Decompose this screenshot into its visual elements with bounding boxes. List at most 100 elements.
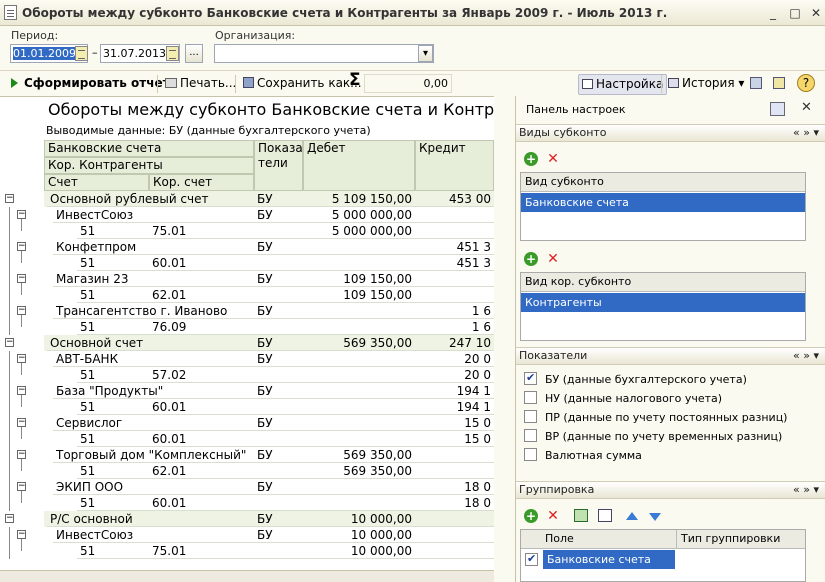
collapse-toggle-icon[interactable]: − (17, 418, 26, 427)
table-row[interactable]: 51 75.01 10 000,00 (44, 543, 494, 559)
tree-line (9, 415, 10, 431)
row-name: Магазин 23 (53, 271, 254, 287)
subconto-row[interactable]: Банковские счета (521, 193, 805, 212)
add-subconto-icon[interactable]: + (524, 152, 538, 166)
section-controls[interactable]: « » ▾ (793, 482, 819, 498)
table-row[interactable]: Сервислог БУ 15 0 (44, 415, 494, 431)
table-row[interactable]: 51 62.01 569 350,00 (44, 463, 494, 479)
section-controls[interactable]: « » ▾ (793, 125, 819, 141)
row-debit: 569 350,00 (303, 463, 415, 479)
collapse-toggle-icon[interactable]: − (5, 514, 14, 523)
section-grouping[interactable]: Группировка « » ▾ (516, 481, 825, 499)
report-group-row[interactable]: Основной рублевый счет БУ 5 109 150,00 453 … (44, 191, 494, 207)
collapse-toggle-icon[interactable]: − (17, 482, 26, 491)
indicator-checkbox[interactable] (524, 429, 537, 442)
row-indicator: БУ (254, 191, 303, 207)
horizontal-scrollbar[interactable] (0, 570, 494, 582)
grouping-row-checkbox[interactable] (525, 552, 538, 566)
indicator-checkbox[interactable] (524, 410, 537, 423)
indicator-checkbox[interactable] (524, 448, 537, 461)
delete-subconto-icon[interactable]: ✕ (546, 152, 560, 166)
table-row[interactable]: 51 60.01 15 0 (44, 431, 494, 447)
section-subconto-label: Виды субконто (519, 126, 607, 139)
delete-grouping-icon[interactable]: ✕ (546, 509, 560, 523)
delete-cor-subconto-icon[interactable]: ✕ (546, 252, 560, 266)
row-cor-account: 75.01 (149, 543, 254, 559)
maximize-button[interactable]: □ (787, 5, 803, 21)
export-icon[interactable] (747, 74, 765, 95)
printer-icon (165, 78, 177, 88)
collapse-toggle-icon[interactable]: − (17, 530, 26, 539)
table-row[interactable]: АВТ-БАНК БУ 20 0 (44, 351, 494, 367)
subconto-table: Вид субконто Банковские счета (520, 172, 806, 241)
collapse-toggle-icon[interactable]: − (17, 242, 26, 251)
uncheck-all-icon[interactable] (598, 509, 612, 522)
sum-icon[interactable]: Σ (346, 71, 364, 92)
table-row[interactable]: 51 60.01 451 3 (44, 255, 494, 271)
section-indicators[interactable]: Показатели « » ▾ (516, 347, 825, 365)
table-row[interactable]: Конфетпром БУ 451 3 (44, 239, 494, 255)
section-subconto-types[interactable]: Виды субконто « » ▾ (516, 124, 825, 142)
table-row[interactable]: ИнвестСоюз БУ 10 000,00 (44, 527, 494, 543)
print-button[interactable]: Печать... (162, 74, 239, 95)
settings-button[interactable]: Настройка (578, 74, 668, 95)
calendar-to-icon[interactable] (166, 46, 179, 61)
cor-subconto-row[interactable]: Контрагенты (521, 293, 805, 312)
move-up-icon[interactable] (626, 512, 638, 520)
collapse-toggle-icon[interactable]: − (5, 194, 14, 203)
generate-report-button[interactable]: Сформировать отчет (8, 74, 173, 95)
table-row[interactable]: 51 57.02 20 0 (44, 367, 494, 383)
help-icon[interactable]: ? (797, 74, 815, 92)
table-row[interactable]: 51 60.01 194 1 (44, 399, 494, 415)
table-row[interactable]: 51 60.01 18 0 (44, 495, 494, 511)
table-row[interactable]: База "Продукты" БУ 194 1 (44, 383, 494, 399)
table-row[interactable]: Магазин 23 БУ 109 150,00 (44, 271, 494, 287)
row-credit: 451 3 (415, 239, 494, 255)
row-account: 51 (77, 399, 149, 415)
organization-input[interactable] (214, 44, 434, 63)
move-down-icon[interactable] (649, 513, 661, 521)
report-group-row[interactable]: Основной счет БУ 569 350,00 247 10 (44, 335, 494, 351)
close-button[interactable]: ✕ (808, 5, 824, 21)
toolbar: Сформировать отчет Печать... Сохранить к… (0, 70, 825, 96)
add-grouping-icon[interactable]: + (524, 509, 538, 523)
collapse-toggle-icon[interactable]: − (17, 450, 26, 459)
minimize-button[interactable]: _ (765, 5, 781, 21)
table-row[interactable]: 51 76.09 1 6 (44, 319, 494, 335)
collapse-toggle-icon[interactable]: − (17, 386, 26, 395)
panel-options-icon[interactable] (770, 102, 785, 116)
check-all-icon[interactable] (574, 509, 588, 522)
header-credit: Кредит (415, 140, 494, 191)
row-account: 51 (77, 223, 149, 239)
table-row[interactable]: 51 62.01 109 150,00 (44, 287, 494, 303)
add-cor-subconto-icon[interactable]: + (524, 252, 538, 266)
row-account: 51 (77, 463, 149, 479)
history-button[interactable]: История ▾ (665, 74, 747, 95)
collapse-toggle-icon[interactable]: − (17, 274, 26, 283)
organization-dropdown-icon[interactable]: ▾ (418, 45, 433, 62)
indicator-checkbox[interactable] (524, 371, 537, 385)
collapse-toggle-icon[interactable]: − (5, 338, 14, 347)
calendar-from-icon[interactable] (75, 46, 88, 61)
report-group-row[interactable]: Р/С основной БУ 10 000,00 (44, 511, 494, 527)
panel-title: Панель настроек (526, 103, 626, 116)
section-controls[interactable]: « » ▾ (793, 348, 819, 364)
collapse-toggle-icon[interactable]: − (17, 210, 26, 219)
row-account: 51 (77, 543, 149, 559)
period-select-button[interactable]: ... (185, 44, 203, 63)
indicator-checkbox[interactable] (524, 391, 537, 404)
collapse-toggle-icon[interactable]: − (17, 354, 26, 363)
grouping-row[interactable]: Банковские счета (543, 550, 675, 569)
table-row[interactable]: ИнвестСоюз БУ 5 000 000,00 (44, 207, 494, 223)
table-row[interactable]: Торговый дом "Комплексный" БУ 569 350,00 (44, 447, 494, 463)
row-credit (415, 271, 494, 287)
dash-separator: – (92, 46, 98, 59)
table-row[interactable]: Трансагентство г. Иваново БУ 1 6 (44, 303, 494, 319)
collapse-toggle-icon[interactable]: − (17, 306, 26, 315)
table-row[interactable]: 51 75.01 5 000 000,00 (44, 223, 494, 239)
panel-close-button[interactable]: ✕ (801, 100, 812, 115)
layout-icon[interactable] (770, 74, 788, 95)
row-indicator: БУ (254, 303, 303, 319)
toolbar-divider (157, 75, 158, 93)
table-row[interactable]: ЭКИП ООО БУ 18 0 (44, 479, 494, 495)
